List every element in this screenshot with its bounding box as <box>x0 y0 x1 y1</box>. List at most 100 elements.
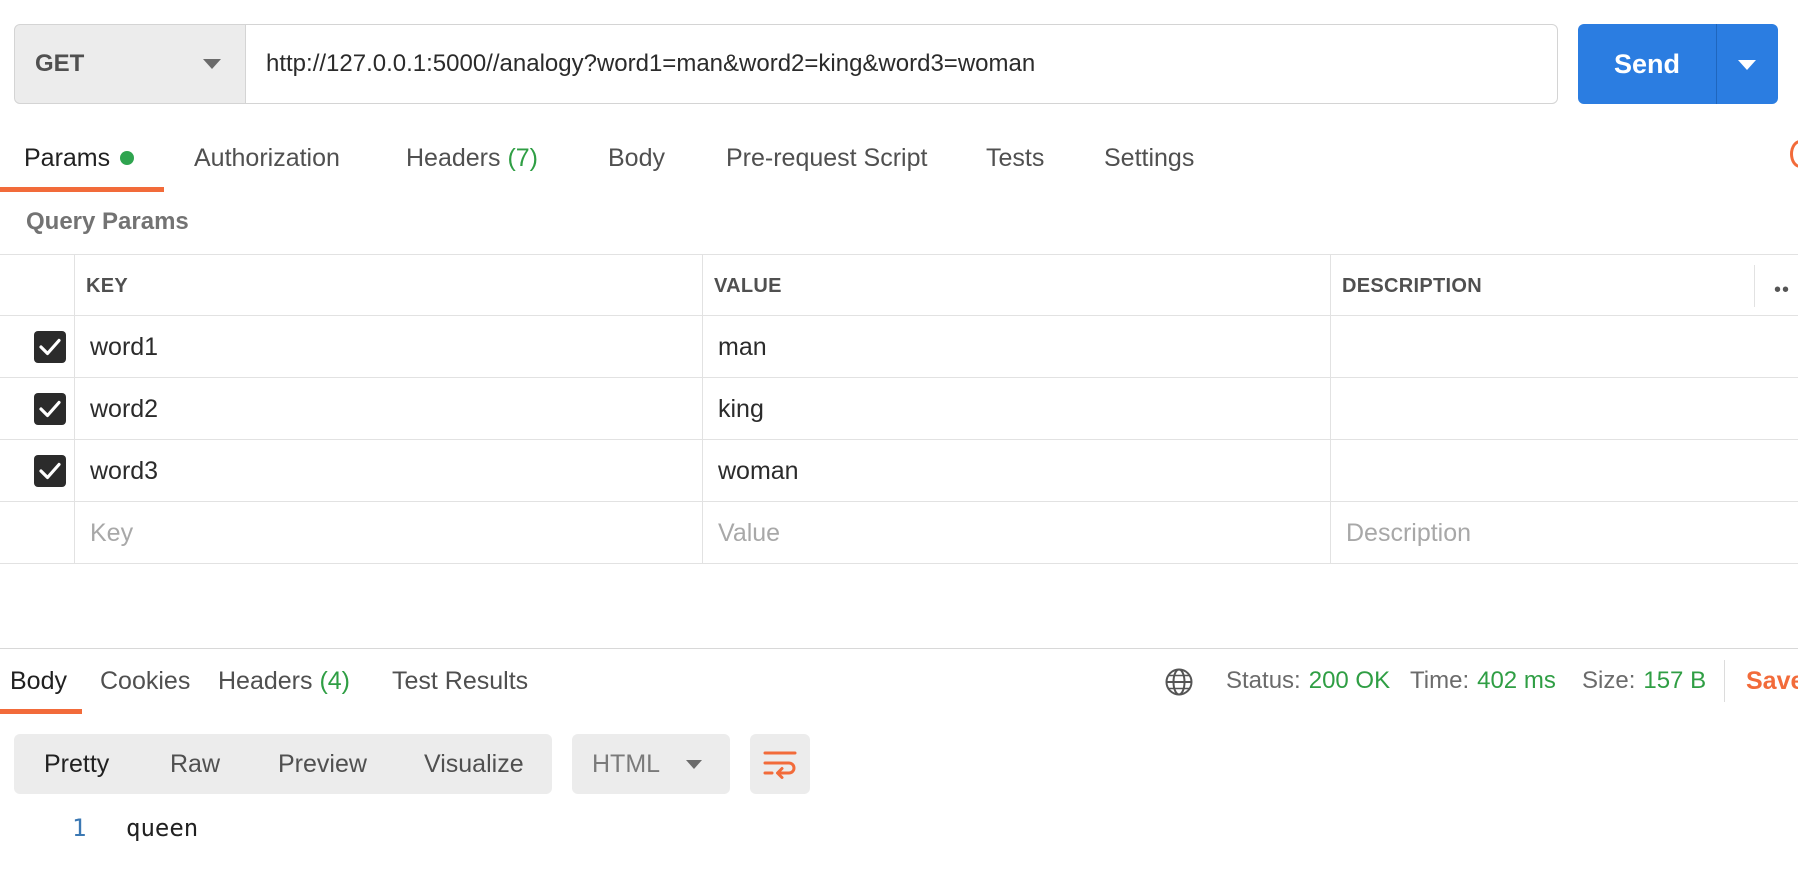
wrap-lines-icon <box>763 751 797 779</box>
new-key-input[interactable]: Key <box>90 502 133 564</box>
tab-tests[interactable]: Tests <box>986 136 1044 192</box>
tab-label: Settings <box>1104 144 1195 172</box>
response-size: Size: 157 B <box>1582 664 1706 698</box>
row-checkbox[interactable] <box>34 455 66 487</box>
table-row: word3 woman <box>0 440 1798 502</box>
more-options-icon[interactable]: •• <box>1774 279 1790 302</box>
tab-response-headers[interactable]: Headers (4) <box>218 664 350 698</box>
param-value[interactable]: woman <box>718 440 799 502</box>
tab-label: Headers <box>406 144 501 172</box>
headers-count: (7) <box>507 144 539 172</box>
tab-label: Cookies <box>100 667 191 695</box>
request-tabs: Params Authorization Headers (7) Body Pr… <box>0 136 1798 192</box>
tab-label: Tests <box>986 144 1045 172</box>
meta-divider <box>1724 660 1725 702</box>
size-label: Size: <box>1582 667 1636 694</box>
column-divider <box>74 440 75 502</box>
row-checkbox[interactable] <box>34 331 66 363</box>
active-tab-underline <box>0 709 82 714</box>
column-divider <box>1330 440 1331 502</box>
row-checkbox[interactable] <box>34 393 66 425</box>
tab-label: Body <box>10 667 67 695</box>
status-value: 200 OK <box>1308 667 1391 694</box>
checkmark-icon <box>39 338 61 356</box>
params-active-dot <box>120 151 135 165</box>
time-value: 402 ms <box>1477 667 1556 694</box>
method-select[interactable]: GET <box>14 24 246 104</box>
column-header-key: KEY <box>86 274 129 297</box>
column-divider <box>74 316 75 378</box>
response-headers-count: (4) <box>319 667 351 695</box>
tab-label: Test Results <box>392 667 529 695</box>
tab-body[interactable]: Body <box>608 136 665 192</box>
format-preview[interactable]: Preview <box>278 734 367 794</box>
tab-label: Authorization <box>194 144 340 172</box>
tab-headers[interactable]: Headers (7) <box>406 136 538 192</box>
tab-label: Params <box>24 144 111 172</box>
status-label: Status: <box>1226 667 1301 694</box>
tab-label: Headers <box>218 667 313 695</box>
tab-cookies[interactable]: Cookies <box>100 664 190 698</box>
wrap-lines-button[interactable] <box>750 734 810 794</box>
table-row: word1 man <box>0 316 1798 378</box>
send-button-group: Send <box>1578 24 1778 104</box>
format-visualize[interactable]: Visualize <box>424 734 524 794</box>
tab-params[interactable]: Params <box>24 136 135 192</box>
chevron-down-icon <box>203 59 221 69</box>
size-value: 157 B <box>1643 667 1707 694</box>
checkmark-icon <box>39 462 61 480</box>
line-number: 1 <box>72 814 87 842</box>
url-input[interactable]: http://127.0.0.1:5000//analogy?word1=man… <box>245 24 1558 104</box>
chevron-down-icon <box>1738 60 1756 70</box>
send-options-button[interactable] <box>1717 24 1778 104</box>
tab-authorization[interactable]: Authorization <box>194 136 340 192</box>
method-label: GET <box>35 50 85 77</box>
checkmark-icon <box>39 400 61 418</box>
param-key[interactable]: word1 <box>90 316 158 378</box>
column-divider <box>1330 316 1331 378</box>
column-divider <box>702 440 703 502</box>
query-params-title: Query Params <box>26 208 189 235</box>
format-selector: Pretty Raw Preview Visualize <box>14 734 552 794</box>
url-text: http://127.0.0.1:5000//analogy?word1=man… <box>266 50 1036 77</box>
response-divider[interactable] <box>0 648 1798 649</box>
tab-settings[interactable]: Settings <box>1104 136 1194 192</box>
table-row: word2 king <box>0 378 1798 440</box>
response-status: Status: 200 OK <box>1226 664 1390 698</box>
response-body-line: queen <box>126 814 199 842</box>
tab-label: Body <box>608 144 665 172</box>
param-key[interactable]: word3 <box>90 440 158 502</box>
param-key[interactable]: word2 <box>90 378 158 440</box>
send-button[interactable]: Send <box>1578 24 1716 104</box>
new-value-input[interactable]: Value <box>718 502 780 564</box>
table-row-new: Key Value Description <box>0 502 1798 564</box>
column-divider <box>74 255 75 317</box>
active-tab-underline <box>0 187 164 192</box>
language-select[interactable]: HTML <box>572 734 730 794</box>
param-value[interactable]: king <box>718 378 764 440</box>
column-divider <box>702 255 703 317</box>
tab-label: Pre-request Script <box>726 144 928 172</box>
format-pretty[interactable]: Pretty <box>44 734 109 794</box>
column-divider <box>1330 502 1331 564</box>
response-time: Time: 402 ms <box>1410 664 1556 698</box>
column-divider <box>702 316 703 378</box>
save-response-button[interactable]: Save <box>1746 664 1798 698</box>
tab-pre-request-script[interactable]: Pre-request Script <box>726 136 927 192</box>
column-divider <box>1754 265 1755 307</box>
table-header-row: KEY VALUE DESCRIPTION •• <box>0 254 1798 317</box>
column-divider <box>702 378 703 440</box>
globe-icon[interactable] <box>1164 667 1194 697</box>
new-description-input[interactable]: Description <box>1346 502 1471 564</box>
tab-test-results[interactable]: Test Results <box>392 664 528 698</box>
tab-response-body[interactable]: Body <box>10 664 67 698</box>
column-divider <box>74 378 75 440</box>
column-divider <box>74 502 75 564</box>
format-raw[interactable]: Raw <box>170 734 220 794</box>
column-divider <box>1330 378 1331 440</box>
time-label: Time: <box>1410 667 1470 694</box>
column-header-description: DESCRIPTION <box>1342 274 1482 297</box>
column-header-value: VALUE <box>714 274 782 297</box>
param-value[interactable]: man <box>718 316 767 378</box>
language-label: HTML <box>592 749 661 778</box>
